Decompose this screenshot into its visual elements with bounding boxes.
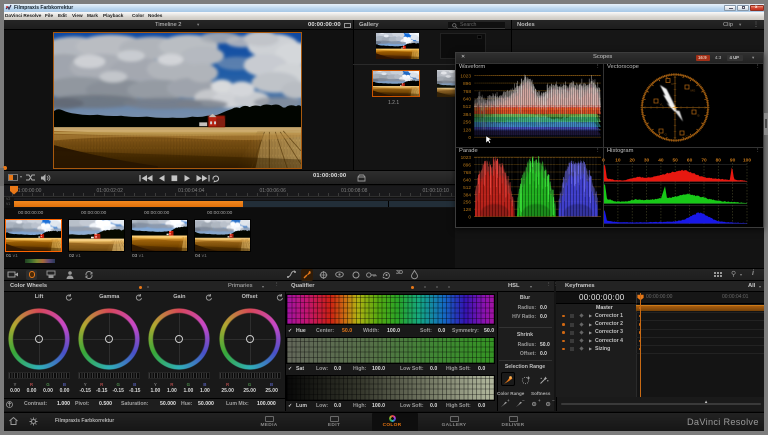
svg-text:CY: CY (686, 135, 690, 139)
svg-text:128: 128 (463, 207, 471, 212)
svg-text:384: 384 (463, 112, 471, 118)
svg-text:30: 30 (644, 158, 650, 164)
svg-text:0: 0 (602, 158, 605, 164)
svg-text:896: 896 (463, 163, 471, 168)
svg-text:128: 128 (463, 127, 471, 133)
svg-text:20: 20 (630, 158, 636, 164)
svg-text:0: 0 (468, 135, 471, 141)
svg-text:100: 100 (743, 158, 751, 164)
svg-text:60: 60 (687, 158, 693, 164)
svg-text:1023: 1023 (461, 155, 472, 160)
svg-text:256: 256 (463, 200, 471, 205)
svg-text:40: 40 (658, 158, 664, 164)
svg-text:G: G (665, 133, 668, 137)
svg-text:50: 50 (673, 158, 679, 164)
svg-text:MG: MG (691, 89, 696, 93)
svg-text:896: 896 (463, 81, 471, 87)
svg-text:640: 640 (463, 97, 471, 103)
svg-text:80: 80 (716, 158, 722, 164)
svg-text:384: 384 (463, 192, 471, 197)
svg-text:1023: 1023 (460, 73, 471, 79)
svg-text:256: 256 (463, 120, 471, 126)
svg-text:R: R (672, 82, 675, 86)
svg-text:768: 768 (463, 170, 471, 175)
svg-text:90: 90 (730, 158, 736, 164)
svg-text:640: 640 (463, 178, 471, 183)
svg-text:512: 512 (463, 104, 471, 110)
svg-text:70: 70 (701, 158, 707, 164)
svg-text:YL: YL (660, 103, 664, 107)
svg-text:512: 512 (463, 185, 471, 190)
svg-text:B: B (698, 114, 700, 118)
svg-text:10: 10 (615, 158, 621, 164)
svg-text:0: 0 (468, 215, 471, 220)
svg-text:768: 768 (463, 89, 471, 95)
